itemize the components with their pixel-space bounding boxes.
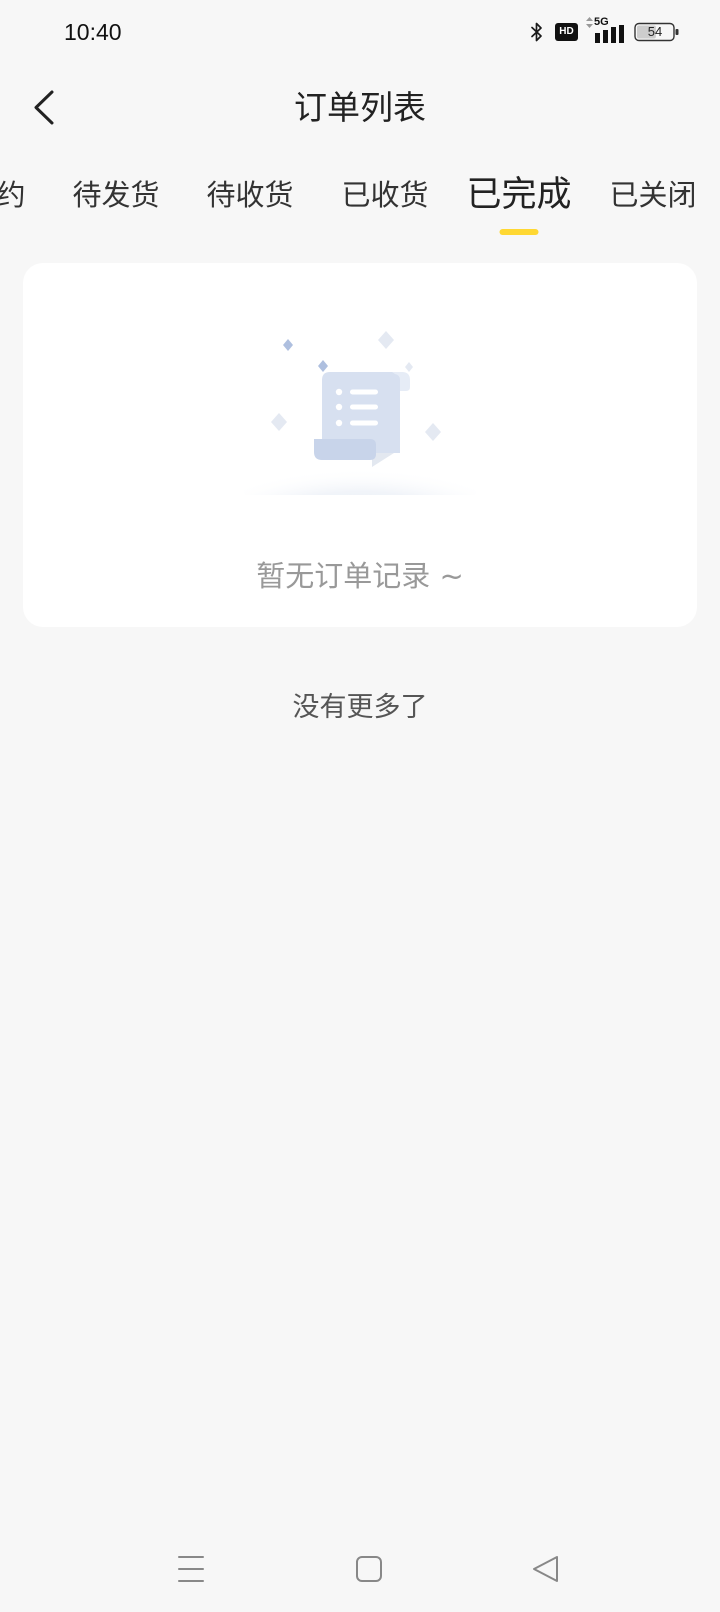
page-title: 订单列表 — [294, 88, 426, 127]
empty-state-card: 暂无订单记录 ~ — [23, 263, 697, 627]
menu-icon[interactable] — [176, 1553, 206, 1585]
signal-icon — [595, 25, 624, 43]
tab-received[interactable]: 已收货 — [335, 168, 435, 240]
tab-pending-receipt[interactable]: 待收货 — [200, 168, 300, 240]
no-more-text: 没有更多了 — [292, 692, 428, 723]
tab-label: 已关闭 — [609, 178, 697, 212]
back-triangle-icon[interactable] — [530, 1553, 562, 1585]
battery-level: 54 — [647, 24, 663, 39]
data-activity-icon — [586, 17, 593, 28]
tab-label: 已收货 — [341, 178, 429, 212]
status-time: 10:40 — [64, 19, 122, 45]
tab-partial-first[interactable]: 约 — [0, 168, 31, 240]
order-list-screen: 10:40 HD 5G 54 订单列表 约 待发货 待收货 已收货 已完成 已关… — [0, 0, 720, 1612]
tab-completed[interactable]: 已完成 — [459, 168, 579, 240]
empty-order-scroll-icon — [242, 331, 478, 495]
tab-label: 约 — [0, 178, 26, 212]
tab-label: 待收货 — [206, 178, 294, 212]
bluetooth-icon — [531, 22, 542, 42]
hd-icon: HD — [555, 23, 578, 41]
empty-state-message: 暂无订单记录 ~ — [256, 559, 464, 593]
tab-label: 待发货 — [72, 178, 160, 212]
tab-pending-shipment[interactable]: 待发货 — [66, 168, 166, 240]
tab-indicator — [499, 229, 539, 235]
tab-closed[interactable]: 已关闭 — [603, 168, 703, 240]
tab-label: 已完成 — [466, 175, 572, 215]
home-square-icon[interactable] — [354, 1554, 384, 1584]
order-status-tabs: 约 待发货 待收货 已收货 已完成 已关闭 — [0, 168, 720, 240]
